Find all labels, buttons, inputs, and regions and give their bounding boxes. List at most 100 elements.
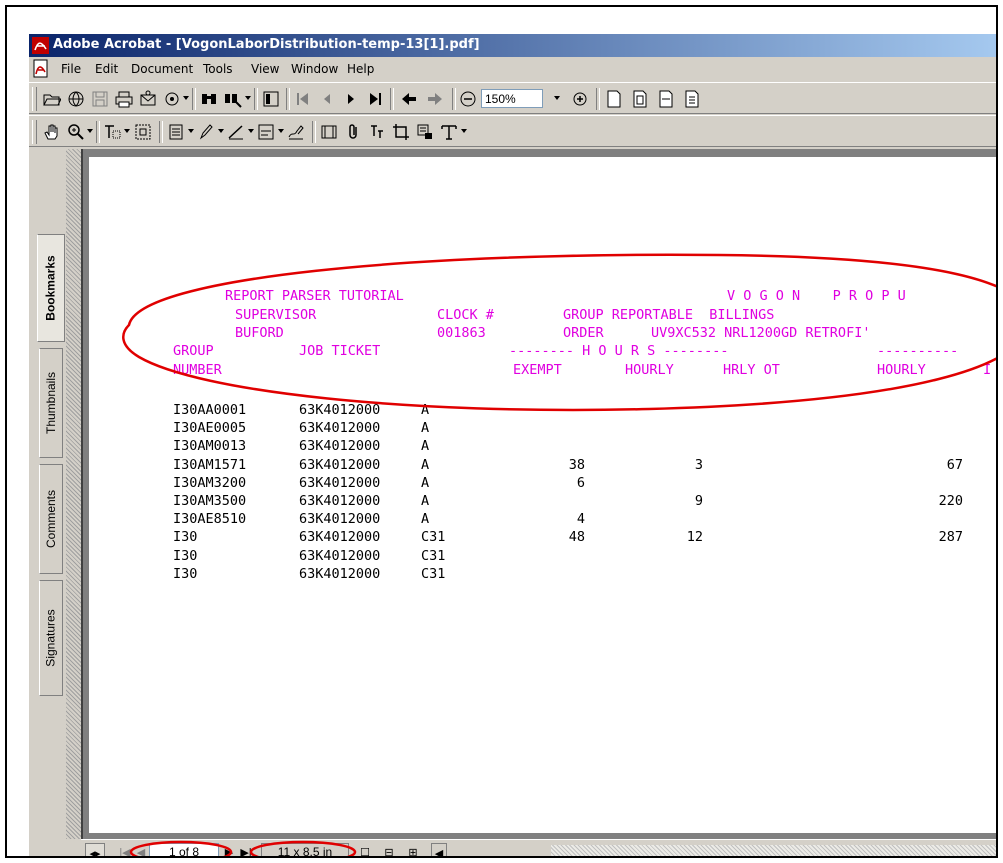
menu-document[interactable]: Document [131, 62, 193, 76]
tab-thumbnails[interactable]: Thumbnails [39, 348, 63, 458]
organizer-icon[interactable] [161, 88, 183, 110]
toolbar-grip[interactable] [32, 120, 37, 144]
row-cell-ticket: 63K4012000 [299, 438, 381, 455]
snapshot-tool-icon[interactable] [132, 121, 154, 143]
row-cell-code: A [421, 438, 430, 455]
zoom-in-icon[interactable] [569, 88, 591, 110]
email-icon[interactable] [137, 88, 159, 110]
zoom-level-input[interactable]: 150% [481, 89, 543, 108]
fit-page-icon[interactable] [629, 88, 651, 110]
go-forward-icon[interactable] [424, 88, 446, 110]
prev-page-status-icon[interactable]: ◀ [135, 843, 147, 857]
next-page-status-icon[interactable]: ▶ [223, 843, 235, 857]
find-binoculars-icon[interactable] [198, 88, 220, 110]
title-bar: Adobe Acrobat - [VogonLaborDistribution-… [29, 34, 996, 57]
row-cell-group: I30AE0005 [173, 420, 247, 437]
navigation-pane-splitter[interactable] [66, 149, 81, 839]
page-number-field[interactable]: 1 of 8 [149, 843, 219, 856]
horizontal-scrollbar-track[interactable] [551, 845, 996, 856]
label-supervisor: SUPERVISOR [235, 307, 317, 323]
organizer-dropdown-arrow[interactable] [183, 96, 189, 100]
col-right-banner: ---------- [877, 343, 959, 359]
zoom-tool-dropdown-arrow[interactable] [87, 129, 93, 133]
print-icon[interactable] [113, 88, 135, 110]
pdf-document-icon[interactable] [32, 59, 50, 79]
row-cell-code: C31 [421, 565, 446, 582]
web-open-icon[interactable] [65, 88, 87, 110]
note-tool-icon[interactable] [165, 121, 187, 143]
menu-help[interactable]: Help [347, 62, 374, 76]
tab-signatures[interactable]: Signatures [39, 580, 63, 696]
touchup-text-icon[interactable] [366, 121, 388, 143]
zoom-tool-icon[interactable] [65, 121, 87, 143]
search-dropdown-arrow[interactable] [245, 96, 251, 100]
menu-bar: File Edit Document Tools View Window Hel… [29, 58, 996, 80]
save-icon[interactable] [89, 88, 111, 110]
text-select-dropdown-arrow[interactable] [124, 129, 130, 133]
typewriter-dropdown-arrow[interactable] [461, 129, 467, 133]
row-cell-exempt: 38 [568, 456, 585, 473]
row-cell-group: I30AE8510 [173, 511, 247, 528]
label-clock: CLOCK # [437, 307, 494, 323]
row-cell-exempt: 6 [576, 474, 585, 491]
continuous-icon[interactable]: ⊟ [381, 843, 397, 857]
stamp-tool-icon[interactable] [255, 121, 277, 143]
pencil-tool-icon[interactable] [195, 121, 217, 143]
movie-tool-icon[interactable] [318, 121, 340, 143]
crop-tool-icon[interactable] [390, 121, 412, 143]
tab-comments[interactable]: Comments [39, 464, 63, 574]
go-back-icon[interactable] [398, 88, 420, 110]
last-page-icon[interactable] [364, 88, 386, 110]
text-select-tool-icon[interactable] [101, 121, 123, 143]
line-tool-icon[interactable] [225, 121, 247, 143]
row-cell-hourly: 12 [686, 529, 703, 546]
search-icon[interactable] [222, 88, 244, 110]
menu-window[interactable]: Window [291, 62, 338, 76]
fit-visible-icon[interactable] [681, 88, 703, 110]
typewriter-tool-icon[interactable] [438, 121, 460, 143]
first-page-status-icon[interactable]: |◀ [119, 843, 131, 857]
last-page-status-icon[interactable]: ▶| [239, 843, 253, 857]
scroll-left-icon[interactable]: ◀ [431, 843, 447, 856]
toolbar-separator [286, 88, 290, 110]
line-dropdown-arrow[interactable] [248, 129, 254, 133]
show-navigation-pane-icon[interactable] [260, 88, 282, 110]
zoom-dropdown-arrow[interactable] [554, 96, 560, 100]
stamp-dropdown-arrow[interactable] [278, 129, 284, 133]
zoom-out-icon[interactable] [457, 88, 479, 110]
row-cell-code: A [421, 511, 430, 528]
col-hours-banner: -------- H O U R S -------- [509, 343, 729, 359]
pdf-page: REPORT PARSER TUTORIAL V O G O N P R O P… [89, 157, 996, 833]
label-order: ORDER [563, 325, 604, 341]
sign-tool-icon[interactable] [285, 121, 307, 143]
facing-pages-icon[interactable]: ⊞ [405, 843, 421, 857]
fit-width-icon[interactable] [655, 88, 677, 110]
next-page-icon[interactable] [340, 88, 362, 110]
document-view[interactable]: REPORT PARSER TUTORIAL V O G O N P R O P… [81, 149, 996, 839]
menu-view[interactable]: View [251, 62, 279, 76]
pencil-dropdown-arrow[interactable] [218, 129, 224, 133]
toolbar-grip[interactable] [32, 87, 37, 111]
previous-page-icon[interactable] [316, 88, 338, 110]
row-cell-ticket: 63K4012000 [299, 420, 381, 437]
order-value: UV9XC532 NRL1200GD RETROFI' [651, 325, 871, 341]
open-folder-icon[interactable] [41, 88, 63, 110]
form-tool-icon[interactable] [414, 121, 436, 143]
attach-file-icon[interactable] [342, 121, 364, 143]
toolbar-file: 150% [29, 82, 996, 114]
row-cell-ticket: 63K4012000 [299, 547, 381, 564]
row-cell-group: I30AA0001 [173, 402, 247, 418]
note-dropdown-arrow[interactable] [188, 129, 194, 133]
first-page-icon[interactable] [292, 88, 314, 110]
tab-bookmarks[interactable]: Bookmarks [37, 234, 65, 342]
toolbar-separator [254, 88, 258, 110]
row-cell-group: I30AM1571 [173, 456, 247, 473]
resize-splitter-icon[interactable]: ◂▸ [85, 843, 105, 856]
single-page-icon[interactable]: ☐ [357, 843, 373, 857]
menu-tools[interactable]: Tools [203, 62, 233, 76]
menu-edit[interactable]: Edit [95, 62, 118, 76]
menu-file[interactable]: File [61, 62, 81, 76]
hand-tool-icon[interactable] [41, 121, 63, 143]
row-cell-group: I30AM0013 [173, 438, 247, 455]
actual-size-icon[interactable] [603, 88, 625, 110]
